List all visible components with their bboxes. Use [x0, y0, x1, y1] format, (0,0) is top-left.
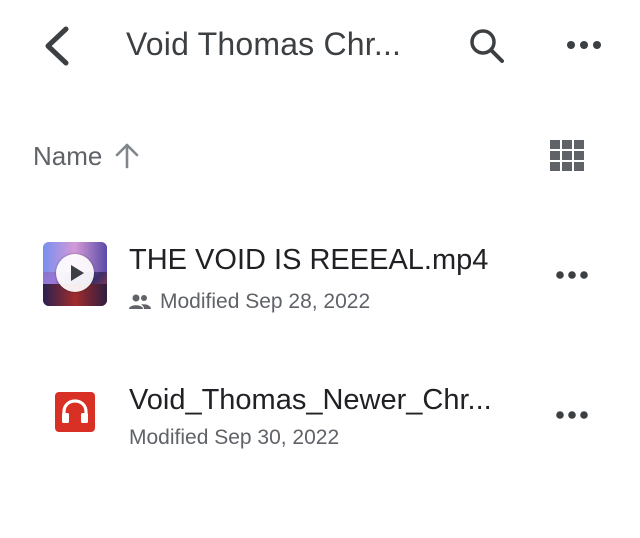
headphones-icon: [62, 399, 88, 423]
sort-name-label[interactable]: Name: [33, 141, 102, 172]
search-icon: [470, 29, 504, 63]
chevron-left-icon: [45, 26, 69, 66]
video-thumbnail: [43, 242, 107, 306]
back-button[interactable]: [36, 24, 76, 68]
more-horizontal-icon: [567, 41, 601, 49]
more-horizontal-icon: [556, 411, 588, 419]
search-button[interactable]: [466, 26, 506, 66]
play-icon: [56, 254, 94, 292]
file-more-options-button[interactable]: [552, 264, 592, 286]
file-name: THE VOID IS REEEAL.mp4: [129, 244, 489, 276]
file-modified-date: Modified Sep 28, 2022: [160, 290, 371, 313]
audio-file-icon: [55, 392, 95, 432]
file-row[interactable]: THE VOID IS REEEAL.mp4 Modified Sep 28, …: [0, 220, 640, 330]
file-modified-date: Modified Sep 30, 2022: [129, 426, 340, 449]
page-title: Void Thomas Chr...: [126, 26, 402, 62]
arrow-up-icon: [115, 143, 139, 169]
file-name: Void_Thomas_Newer_Chr...: [129, 384, 492, 416]
more-options-button[interactable]: [562, 30, 606, 60]
grid-view-icon: [550, 140, 584, 171]
sort-ascending-button[interactable]: [114, 141, 140, 169]
file-row[interactable]: Void_Thomas_Newer_Chr... Modified Sep 30…: [0, 360, 640, 470]
grid-view-button[interactable]: [548, 138, 588, 172]
more-horizontal-icon: [556, 271, 588, 279]
shared-people-icon: [128, 293, 152, 311]
file-more-options-button[interactable]: [552, 404, 592, 426]
